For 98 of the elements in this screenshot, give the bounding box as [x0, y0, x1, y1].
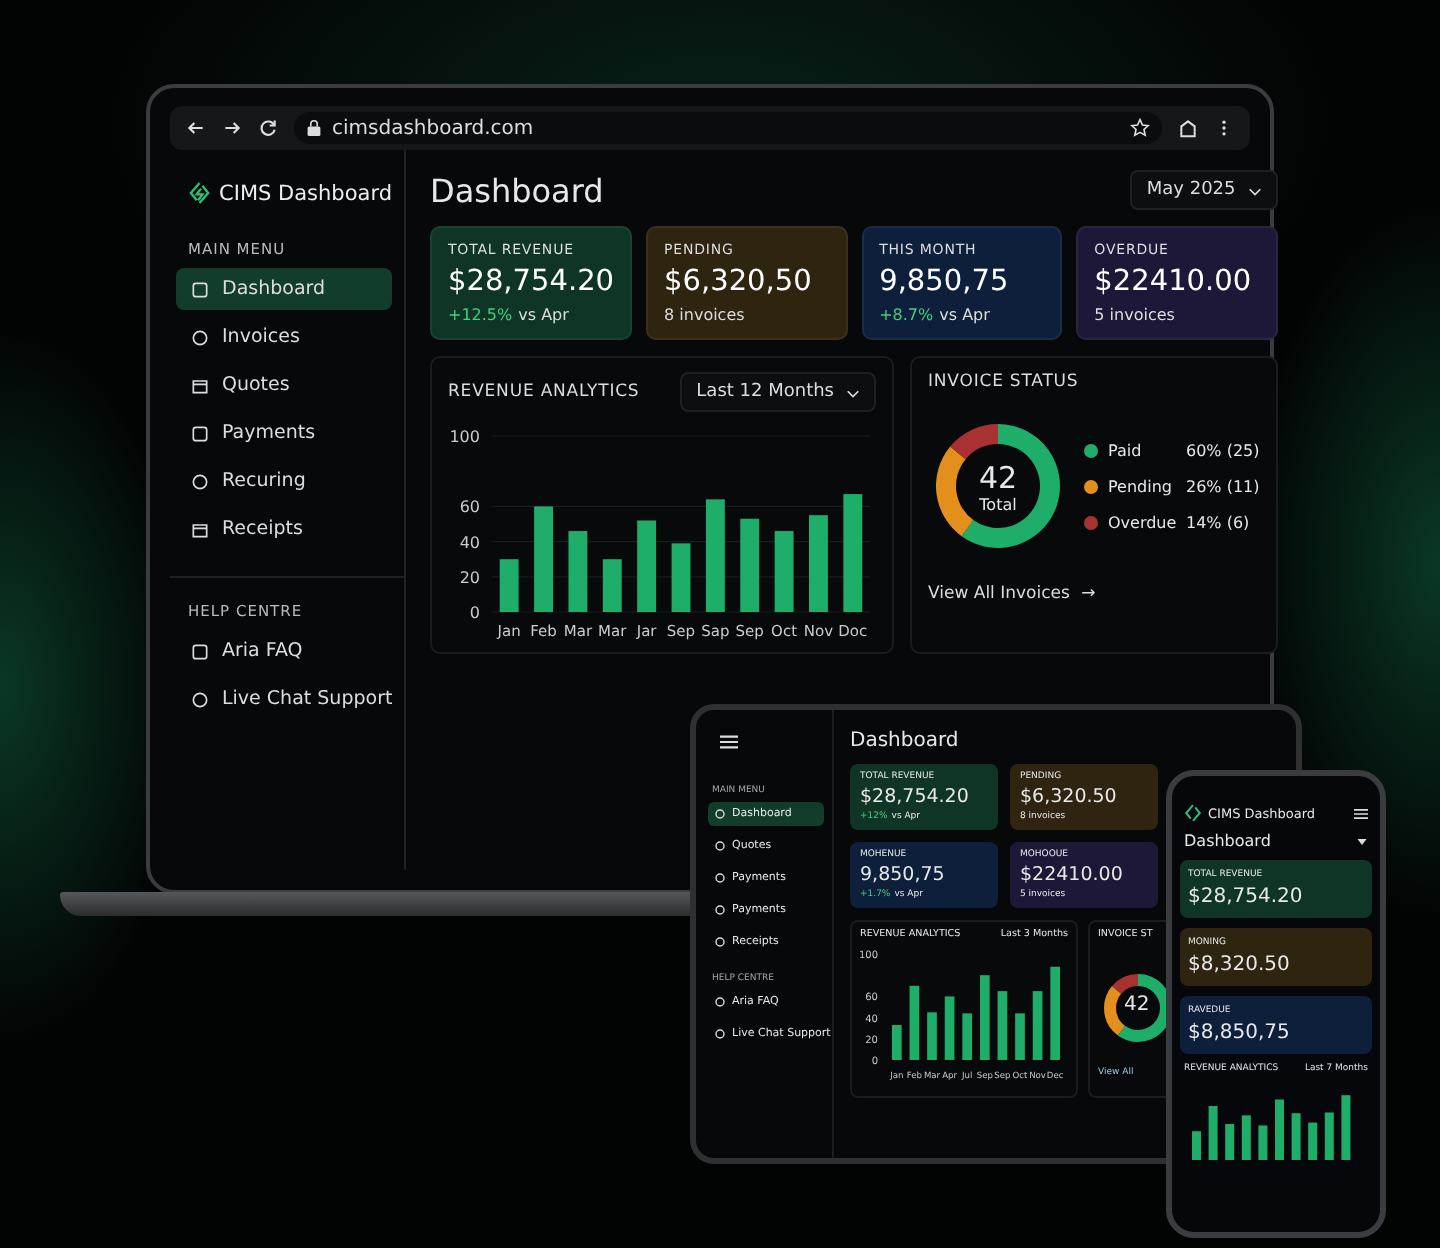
card-value: $28,754.20: [860, 786, 971, 808]
menu-icon[interactable]: [720, 734, 738, 750]
view-invoices-link[interactable]: View All Invoices →: [928, 584, 1260, 604]
total-count: 42: [1124, 994, 1150, 1016]
sidebar-item[interactable]: Invoices: [176, 316, 392, 358]
menu-item-icon: [190, 327, 210, 347]
brand-name: CIMS Dashboard: [219, 181, 392, 205]
card-value: $28,754.20: [448, 266, 615, 298]
revenue-bar: [1015, 1013, 1025, 1060]
card-note: vs Apr: [518, 306, 569, 324]
card-value: $8,320.50: [1188, 954, 1292, 976]
legend-value: 14% (6): [1186, 513, 1250, 531]
panel-title: INVOICE STATUS: [928, 372, 1081, 392]
card-note: vs Apr: [939, 306, 990, 324]
legend-value: 60% (25): [1186, 441, 1260, 459]
card-value: $8,850,75: [1188, 1022, 1292, 1044]
menu-item-icon: [714, 996, 726, 1008]
revenue-bar: [1032, 991, 1043, 1060]
card-value: $22410.00: [1020, 864, 1125, 886]
revenue-bar: [843, 494, 863, 612]
menu-item-icon: [714, 936, 726, 948]
revenue-bar: [499, 559, 519, 612]
logo-icon: [188, 178, 212, 208]
card-note: 8 invoices: [664, 306, 745, 324]
revenue-bar: [891, 1025, 902, 1060]
address-bar[interactable]: cimsdashboard.com: [294, 112, 1162, 144]
revenue-bar: [774, 531, 794, 612]
revenue-bar: [568, 531, 588, 612]
card-value: 9,850,75: [879, 266, 1011, 298]
card-value: 9,850,75: [860, 864, 947, 886]
menu-item-icon: [714, 904, 726, 916]
revenue-bar: [740, 518, 760, 612]
total-label: Total: [979, 495, 1017, 513]
reload-icon[interactable]: [258, 118, 278, 138]
revenue-bar: [997, 991, 1008, 1060]
card-value: $6,320.50: [1020, 786, 1119, 808]
menu-item-icon: [190, 471, 210, 491]
menu-item-icon: [714, 872, 726, 884]
menu-item-icon: [190, 279, 210, 299]
revenue-bar: [637, 520, 657, 612]
page-title: Dashboard: [430, 171, 604, 209]
menu-item-icon: [190, 641, 210, 661]
back-icon[interactable]: [186, 118, 206, 138]
card-value: $6,320,50: [664, 266, 814, 298]
card-value: $28,754.20: [1188, 886, 1305, 908]
sidebar-item[interactable]: Live Chat Support: [176, 678, 392, 720]
revenue-bar: [809, 515, 828, 612]
logo-icon: [1184, 804, 1202, 822]
revenue-bar: [1050, 966, 1061, 1060]
total-count: 42: [978, 459, 1018, 495]
sidebar-item[interactable]: Aria FAQ: [176, 630, 392, 672]
star-icon[interactable]: [1130, 118, 1150, 138]
range-dropdown[interactable]: Last 12 Months: [680, 372, 876, 412]
revenue-bar: [705, 499, 725, 612]
card-value: $22410.00: [1094, 266, 1254, 298]
menu-item-icon: [714, 1028, 726, 1040]
menu-icon[interactable]: [1354, 807, 1368, 819]
sidebar-item[interactable]: Receipts: [176, 508, 392, 550]
lock-icon: [306, 118, 322, 138]
page-title: Dashboard: [1184, 832, 1271, 850]
axis-tick-label: 20: [459, 568, 480, 587]
sidebar-item[interactable]: Payments: [176, 412, 392, 454]
menu-item-icon: [714, 808, 726, 820]
legend-label: Overdue: [1108, 513, 1176, 531]
revenue-bar: [909, 985, 920, 1060]
revenue-bar: [671, 543, 691, 612]
period-dropdown[interactable]: May 2025: [1130, 170, 1278, 210]
sidebar-item[interactable]: Quotes: [176, 364, 392, 406]
change-percent: +12.5%: [448, 306, 513, 324]
caret-icon: [1247, 183, 1262, 197]
revenue-bar: [962, 1013, 973, 1060]
caret-icon[interactable]: [1356, 835, 1368, 847]
menu-item-icon: [190, 689, 210, 709]
legend-label: Paid: [1108, 441, 1144, 459]
panel-title: REVENUE ANALYTICS: [448, 382, 640, 402]
menu-item-icon: [190, 519, 210, 539]
forward-icon[interactable]: [222, 118, 242, 138]
url-text: cimsdashboard.com: [332, 117, 536, 139]
sidebar-item[interactable]: Recuring: [176, 460, 392, 502]
sidebar-item[interactable]: Dashboard: [176, 268, 392, 310]
revenue-bar: [927, 1012, 937, 1060]
revenue-bar: [944, 996, 955, 1060]
menu-item-icon: [190, 423, 210, 443]
revenue-bar: [534, 506, 553, 612]
page-title: Dashboard: [850, 730, 961, 752]
axis-tick-label: 0: [469, 604, 480, 622]
legend-label: Pending: [1108, 477, 1174, 495]
legend-value: 26% (11): [1186, 477, 1260, 495]
menu-item-icon: [190, 375, 210, 395]
revenue-bar: [602, 559, 622, 612]
revenue-bar: [979, 975, 990, 1060]
card-note: 5 invoices: [1094, 306, 1175, 324]
axis-tick-label: 100: [449, 428, 480, 446]
axis-tick-label: 60: [459, 498, 480, 517]
axis-tick-label: 40: [459, 533, 480, 552]
caret-icon: [846, 385, 860, 399]
change-percent: +8.7%: [879, 306, 934, 324]
menu-item-icon: [714, 840, 726, 852]
